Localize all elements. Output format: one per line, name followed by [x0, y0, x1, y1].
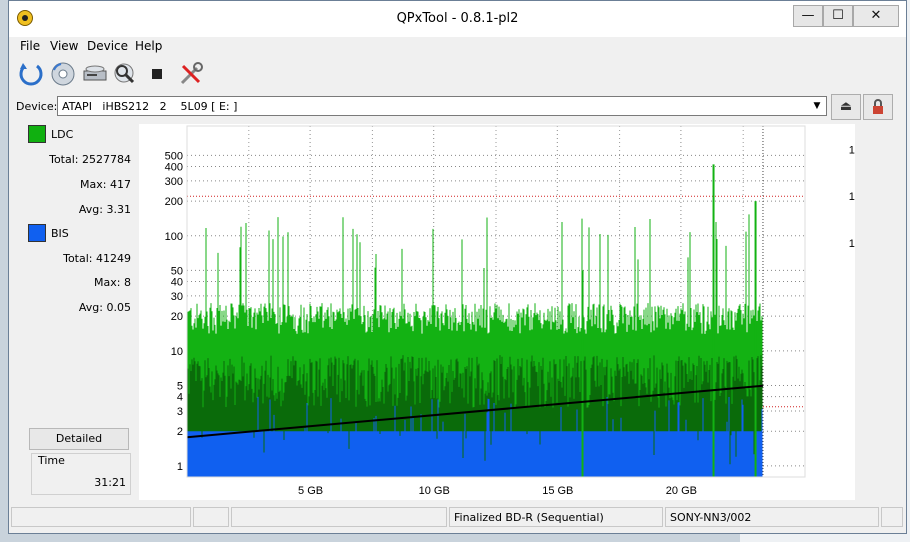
disc-info-icon[interactable] [49, 60, 77, 88]
status-media: Finalized BD-R (Sequential) [449, 507, 663, 527]
y-right-tick-label: 10 [849, 238, 855, 250]
x-tick-label: 10 GB [419, 485, 450, 497]
settings-icon[interactable] [177, 60, 205, 88]
y-left-tick-label: 40 [171, 277, 183, 289]
ldc-label: LDC [51, 128, 74, 141]
y-left-tick-label: 200 [165, 196, 183, 208]
toolbar [9, 56, 906, 92]
close-button[interactable]: ✕ [853, 5, 899, 27]
x-tick-label: 15 GB [542, 485, 573, 497]
title-bar[interactable]: QPxTool - 0.8.1-pl2 — ☐ ✕ [9, 1, 906, 37]
y-left-tick-label: 30 [171, 291, 183, 303]
lock-button[interactable] [863, 94, 893, 120]
menu-file[interactable]: File [20, 39, 40, 53]
status-cell-3 [231, 507, 447, 527]
y-right-tick-label: 14 [849, 144, 855, 156]
device-select[interactable]: ATAPI iHBS212 2 5L09 [ E: ] ▼ [57, 96, 827, 116]
bis-total: Total: 41249 [63, 252, 131, 265]
y-left-tick-label: 500 [165, 150, 183, 162]
time-box: Time 31:21 [31, 453, 131, 495]
y-left-tick-label: 20 [171, 311, 183, 323]
y-left-tick-label: 10 [171, 346, 183, 358]
resize-grip[interactable] [881, 507, 903, 527]
bis-label: BIS [51, 227, 69, 240]
menu-view[interactable]: View [50, 39, 78, 53]
y-left-tick-label: 400 [165, 162, 183, 174]
x-tick-label: 5 GB [298, 485, 323, 497]
y-right-tick-label: 12 [849, 191, 855, 203]
menu-help[interactable]: Help [135, 39, 162, 53]
chevron-down-icon[interactable]: ▼ [810, 97, 824, 115]
bis-avg: Avg: 0.05 [78, 301, 131, 314]
status-cell-2 [193, 507, 229, 527]
quality-chart: 1234510203040501002003004005002468101214… [139, 124, 861, 500]
device-row: Device: ATAPI iHBS212 2 5L09 [ E: ] ▼ ⏏ [9, 94, 906, 120]
device-value: ATAPI iHBS212 2 5L09 [ E: ] [62, 100, 238, 113]
ldc-color-swatch[interactable] [28, 125, 46, 143]
maximize-button[interactable]: ☐ [823, 5, 853, 27]
bis-max: Max: 8 [94, 276, 131, 289]
refresh-icon[interactable] [17, 60, 45, 88]
minimize-button[interactable]: — [793, 5, 823, 27]
ldc-max: Max: 417 [80, 178, 131, 191]
y-left-tick-label: 2 [177, 426, 183, 438]
ldc-total: Total: 2527784 [49, 153, 131, 166]
status-bar: Finalized BD-R (Sequential) SONY-NN3/002 [9, 505, 906, 529]
lock-icon [873, 99, 883, 114]
scan-icon[interactable] [111, 60, 139, 88]
eject-icon: ⏏ [839, 99, 853, 114]
y-left-tick-label: 5 [177, 380, 183, 392]
eject-button[interactable]: ⏏ [831, 94, 861, 120]
ldc-avg: Avg: 3.31 [78, 203, 131, 216]
status-cell-1 [11, 507, 191, 527]
menu-device[interactable]: Device [87, 39, 128, 53]
y-left-tick-label: 100 [165, 231, 183, 243]
y-left-tick-label: 4 [177, 392, 183, 404]
qpxtool-window: QPxTool - 0.8.1-pl2 — ☐ ✕ File View Devi… [8, 0, 907, 534]
menu-bar: File View Device Help [9, 37, 906, 55]
time-label: Time [38, 454, 65, 467]
quality-chart-svg: 1234510203040501002003004005002468101214… [165, 125, 861, 497]
time-value: 31:21 [94, 476, 126, 489]
stop-icon[interactable] [143, 60, 171, 88]
y-left-tick-label: 1 [177, 461, 183, 473]
drive-icon[interactable] [81, 60, 109, 88]
x-tick-label: 20 GB [666, 485, 697, 497]
y-left-tick-label: 50 [171, 265, 183, 277]
status-mid: SONY-NN3/002 [665, 507, 879, 527]
device-label: Device: [16, 100, 58, 113]
window-title: QPxTool - 0.8.1-pl2 [396, 11, 519, 26]
detailed-button[interactable]: Detailed [29, 428, 129, 450]
y-left-tick-label: 3 [177, 406, 183, 418]
bis-color-swatch[interactable] [28, 224, 46, 242]
y-left-tick-label: 300 [165, 176, 183, 188]
